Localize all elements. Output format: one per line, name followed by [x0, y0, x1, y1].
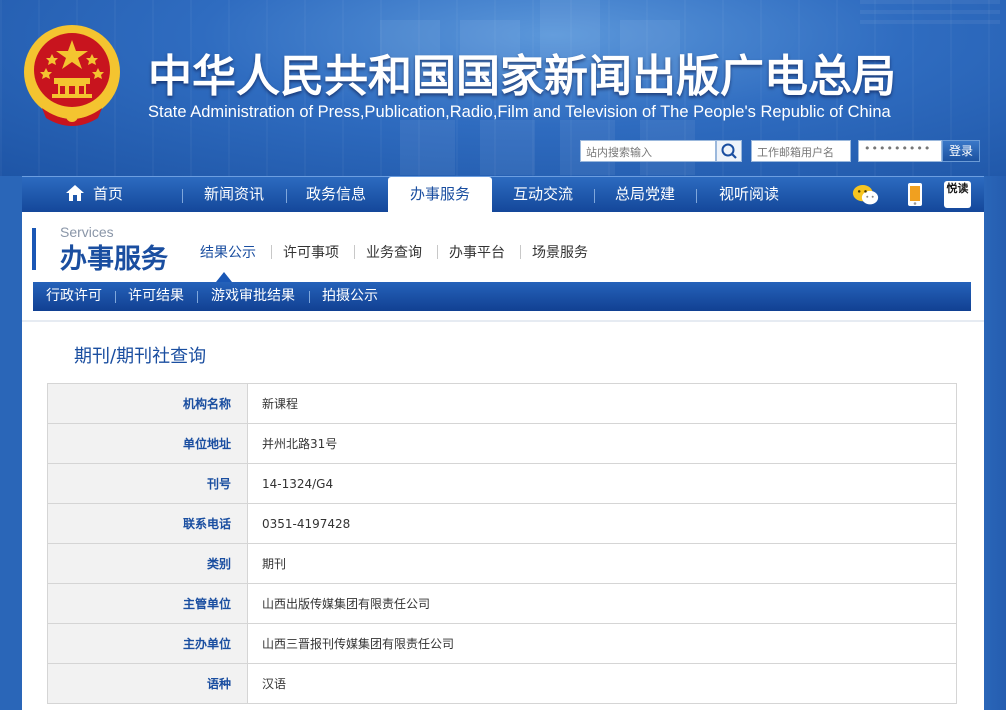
home-icon [65, 185, 84, 201]
national-emblem-icon [24, 25, 120, 126]
third-nav-item-license-results[interactable]: 许可结果 [128, 282, 184, 311]
field-value: 汉语 [247, 663, 957, 704]
subnav-item-results[interactable]: 结果公示 [200, 242, 256, 262]
nav-item-interaction[interactable]: 互动交流 [502, 177, 584, 212]
field-label: 主管单位 [47, 583, 248, 624]
third-nav-separator [115, 291, 116, 303]
field-value: 山西三晋报刊传媒集团有限责任公司 [247, 623, 957, 664]
nav-separator [286, 189, 287, 203]
field-label: 机构名称 [47, 383, 248, 424]
nav-item-label: 首页 [92, 185, 123, 203]
nav-item-audiovisual-reading[interactable]: 视听阅读 [708, 177, 790, 212]
mail-username-field[interactable]: 工作邮箱用户名 [751, 140, 851, 162]
subnav-separator [271, 245, 272, 259]
table-row: 类别 期刊 [47, 543, 957, 584]
table-row: 机构名称 新课程 [47, 383, 957, 424]
nav-item-services[interactable]: 办事服务 [388, 177, 492, 212]
subnav-item-service-platform[interactable]: 办事平台 [449, 242, 505, 262]
search-icon [721, 143, 737, 159]
site-title-cn: 中华人民共和国国家新闻出版广电总局 [148, 51, 896, 102]
site-title-en: State Administration of Press,Publicatio… [148, 103, 891, 121]
nav-item-party-building[interactable]: 总局党建 [604, 177, 686, 212]
subnav-separator [437, 245, 438, 259]
wechat-icon[interactable] [852, 181, 879, 208]
field-value: 14-1324/G4 [247, 463, 957, 504]
section-divider [22, 320, 984, 322]
nav-separator [182, 189, 183, 203]
search-button[interactable] [716, 140, 742, 162]
field-value: 0351-4197428 [247, 503, 957, 544]
nav-item-home[interactable]: 首页 [52, 177, 136, 212]
reader-icon[interactable]: 悦读 [944, 181, 971, 208]
field-label: 语种 [47, 663, 248, 704]
subnav-item-licensing[interactable]: 许可事项 [283, 242, 339, 262]
nav-separator [594, 189, 595, 203]
third-nav-separator [309, 291, 310, 303]
field-label: 单位地址 [47, 423, 248, 464]
nav-item-news[interactable]: 新闻资讯 [194, 177, 274, 212]
third-level-nav: 行政许可 许可结果 游戏审批结果 拍摄公示 [33, 282, 971, 311]
table-row: 单位地址 并州北路31号 [47, 423, 957, 464]
table-row: 语种 汉语 [47, 663, 957, 704]
third-nav-item-game-approval[interactable]: 游戏审批结果 [211, 282, 295, 311]
field-label: 类别 [47, 543, 248, 584]
section-label-cn: 办事服务 [60, 244, 168, 275]
nav-separator [696, 189, 697, 203]
field-value: 并州北路31号 [247, 423, 957, 464]
table-row: 联系电话 0351-4197428 [47, 503, 957, 544]
subnav-item-scenario-service[interactable]: 场景服务 [532, 242, 588, 262]
field-value: 期刊 [247, 543, 957, 584]
search-input[interactable]: 站内搜索输入 [580, 140, 716, 162]
page-title: 期刊/期刊社查询 [74, 346, 207, 367]
subnav-active-indicator [216, 272, 232, 282]
field-value: 山西出版传媒集团有限责任公司 [247, 583, 957, 624]
site-header: 中华人民共和国国家新闻出版广电总局 State Administration o… [0, 0, 1006, 176]
third-nav-separator [197, 291, 198, 303]
nav-item-government-info[interactable]: 政务信息 [296, 177, 376, 212]
table-row: 主管单位 山西出版传媒集团有限责任公司 [47, 583, 957, 624]
section-marker [32, 228, 36, 270]
mobile-icon[interactable] [902, 181, 929, 208]
third-nav-item-admin-license[interactable]: 行政许可 [46, 282, 102, 311]
main-nav: 首页 新闻资讯 政务信息 办事服务 互动交流 总局党建 视听阅读 悦读 [22, 176, 984, 212]
field-label: 主办单位 [47, 623, 248, 664]
subnav-separator [354, 245, 355, 259]
table-row: 主办单位 山西三晋报刊传媒集团有限责任公司 [47, 623, 957, 664]
page-edge [984, 176, 1006, 710]
periodical-info-table: 机构名称 新课程 单位地址 并州北路31号 刊号 14-1324/G4 联系电话… [47, 383, 957, 704]
field-label: 刊号 [47, 463, 248, 504]
subnav-item-business-query[interactable]: 业务查询 [366, 242, 422, 262]
field-value: 新课程 [247, 383, 957, 424]
login-button[interactable]: 登录 [942, 140, 980, 162]
table-row: 刊号 14-1324/G4 [47, 463, 957, 504]
subnav-separator [520, 245, 521, 259]
field-label: 联系电话 [47, 503, 248, 544]
third-nav-item-filming-notice[interactable]: 拍摄公示 [322, 282, 378, 311]
mail-password-field[interactable]: ••••••••• [858, 140, 942, 162]
